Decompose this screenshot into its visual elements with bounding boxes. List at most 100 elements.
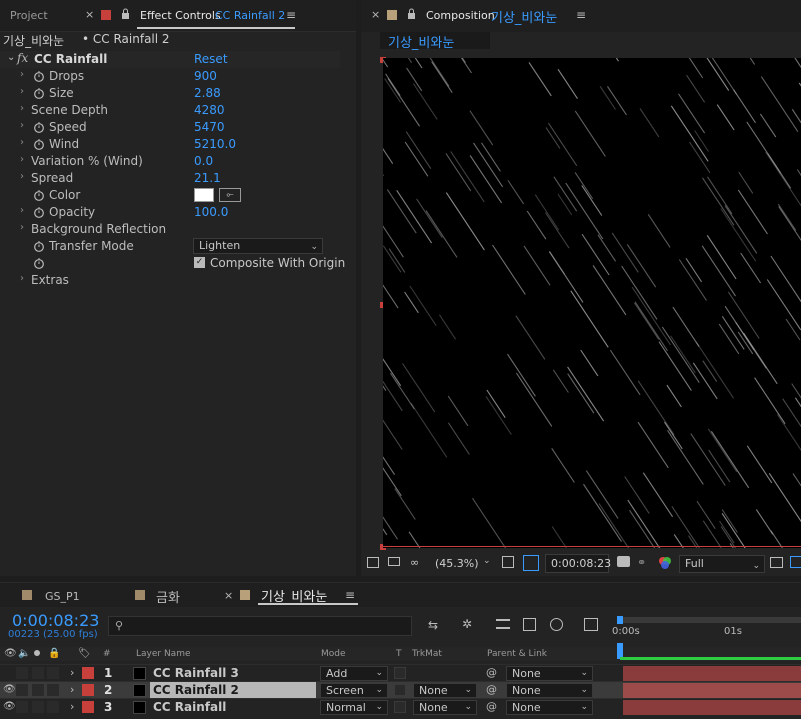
chevron-right-icon[interactable]: › (20, 103, 24, 114)
panel-menu-icon[interactable]: ≡ (345, 588, 355, 602)
graph-editor-icon[interactable] (584, 618, 598, 631)
param-row[interactable]: › Extras (0, 272, 340, 289)
mask-visibility-icon[interactable]: ∞ (410, 556, 419, 569)
visibility-eye-icon[interactable]: 👁 (3, 684, 16, 695)
layer-duration-bar[interactable] (623, 700, 801, 715)
chevron-right-icon[interactable]: › (20, 137, 24, 148)
color-channels-icon[interactable] (658, 556, 672, 570)
panel-menu-icon[interactable]: ≡ (576, 8, 586, 22)
region-of-interest-icon[interactable] (770, 557, 783, 568)
tab-effect-layer-name[interactable]: CC Rainfall 2 (215, 9, 285, 22)
tab-effect-controls[interactable]: Effect Controls (140, 9, 221, 22)
layer-name-field[interactable]: CC Rainfall (150, 699, 316, 715)
trkmat-dropdown[interactable]: None ⌄ (413, 700, 477, 715)
pick-whip-icon[interactable]: @ (486, 666, 497, 679)
stopwatch-icon[interactable] (33, 121, 45, 133)
chevron-right-icon[interactable]: › (20, 86, 24, 97)
tab-composition-name[interactable]: 기상_비와눈 (491, 7, 557, 26)
composition-viewer[interactable] (383, 58, 801, 548)
stopwatch-icon[interactable] (33, 87, 45, 99)
trkmat-dropdown[interactable]: None ⌄ (413, 683, 477, 698)
blend-mode-dropdown[interactable]: Normal ⌄ (320, 700, 388, 715)
stopwatch-icon[interactable] (33, 70, 45, 82)
solo-toggle[interactable] (32, 684, 44, 696)
param-value[interactable]: 4280 (194, 103, 225, 117)
param-row[interactable]: › Scene Depth 4280 (0, 102, 340, 119)
chevron-right-icon[interactable]: › (70, 700, 74, 713)
toggle-transparency-icon[interactable] (790, 556, 801, 568)
blend-mode-dropdown[interactable]: Screen ⌄ (320, 683, 388, 698)
chevron-right-icon[interactable]: › (20, 222, 24, 233)
zoom-dropdown[interactable]: (45.3%) (435, 557, 479, 570)
layer-search-input[interactable]: ⚲ (108, 616, 412, 636)
chevron-down-icon[interactable]: ⌄ (483, 556, 491, 566)
motion-blur-icon[interactable] (550, 618, 563, 631)
chevron-right-icon[interactable]: › (20, 171, 24, 182)
param-row[interactable]: › Drops 900 (0, 68, 340, 85)
layer-label-color[interactable] (82, 701, 94, 713)
param-row[interactable]: › Opacity 100.0 (0, 204, 340, 221)
chevron-right-icon[interactable]: › (20, 69, 24, 80)
frame-blending-icon[interactable] (523, 618, 536, 631)
param-row[interactable]: › Spread 21.1 (0, 170, 340, 187)
show-snapshot-icon[interactable]: ⚭ (637, 556, 646, 569)
layer-name-field[interactable]: CC Rainfall 3 (150, 665, 316, 681)
stopwatch-icon[interactable] (33, 189, 45, 201)
hide-shy-icon[interactable] (496, 619, 510, 629)
lock-toggle[interactable] (47, 684, 59, 696)
audio-toggle[interactable] (16, 684, 28, 696)
audio-toggle[interactable] (16, 667, 28, 679)
eyedropper-icon[interactable]: ⟜ (219, 188, 241, 202)
param-row[interactable]: › Wind 5210.0 (0, 136, 340, 153)
reset-link[interactable]: Reset (194, 52, 228, 66)
tab-project[interactable]: Project (10, 9, 48, 22)
layer-row[interactable]: 👁 › 3 CC Rainfall Normal ⌄ None ⌄ @ None ⌄ (0, 698, 801, 715)
pick-whip-icon[interactable]: @ (486, 700, 497, 713)
layer-duration-bar[interactable] (623, 666, 801, 681)
chevron-right-icon[interactable]: › (70, 666, 74, 679)
close-icon[interactable]: × (224, 589, 233, 602)
view-tab[interactable]: 기상_비와눈 (380, 32, 490, 51)
param-row[interactable]: › Size 2.88 (0, 85, 340, 102)
parent-dropdown[interactable]: None ⌄ (506, 666, 593, 681)
chevron-down-icon[interactable]: ⌄ (7, 52, 15, 63)
stopwatch-icon[interactable] (33, 257, 45, 269)
chevron-right-icon[interactable]: › (70, 683, 74, 696)
layer-name-field[interactable]: CC Rainfall 2 (150, 682, 316, 698)
param-value[interactable]: 21.1 (194, 171, 221, 185)
chevron-right-icon[interactable]: › (20, 273, 24, 284)
preserve-transparency-toggle[interactable] (394, 684, 406, 696)
always-preview-icon[interactable] (367, 557, 379, 568)
param-row[interactable]: Color ⟜ (0, 187, 340, 204)
stopwatch-icon[interactable] (33, 206, 45, 218)
param-row[interactable]: Transfer Mode Lighten ⌄ (0, 238, 340, 255)
param-value[interactable]: 0.0 (194, 154, 213, 168)
parent-dropdown[interactable]: None ⌄ (506, 700, 593, 715)
tab-composition[interactable]: Composition (426, 9, 495, 22)
chevron-right-icon[interactable]: › (20, 120, 24, 131)
param-row[interactable]: ✓ Composite With Origin (0, 255, 345, 272)
solo-toggle[interactable] (32, 667, 44, 679)
pick-whip-icon[interactable]: @ (486, 683, 497, 696)
param-row[interactable]: › Speed 5470 (0, 119, 340, 136)
camera-icon[interactable] (617, 556, 630, 567)
param-value[interactable]: 5470 (194, 120, 225, 134)
param-row[interactable]: › Background Reflection (0, 221, 340, 238)
composite-checkbox[interactable]: ✓ (194, 257, 205, 268)
stopwatch-icon[interactable] (33, 138, 45, 150)
param-value[interactable]: 2.88 (194, 86, 221, 100)
preserve-transparency-toggle[interactable] (394, 667, 406, 679)
panel-menu-icon[interactable]: ≡ (286, 8, 296, 22)
solo-toggle[interactable] (32, 701, 44, 713)
param-value[interactable]: 5210.0 (194, 137, 236, 151)
layer-row[interactable]: 👁 › 2 CC Rainfall 2 Screen ⌄ None ⌄ @ None ⌄ (0, 681, 801, 698)
timeline-tab-gs-p1[interactable]: GS_P1 (45, 590, 80, 603)
param-value[interactable]: 900 (194, 69, 217, 83)
layer-row[interactable]: › 1 CC Rainfall 3 Add ⌄ @ None ⌄ (0, 664, 801, 681)
lock-toggle[interactable] (47, 667, 59, 679)
audio-toggle[interactable] (16, 701, 28, 713)
chevron-right-icon[interactable]: › (20, 154, 24, 165)
monitor-icon[interactable] (388, 557, 400, 566)
param-row[interactable]: › Variation % (Wind) 0.0 (0, 153, 340, 170)
comp-mini-flowchart-icon[interactable]: ⇆ (428, 618, 438, 632)
